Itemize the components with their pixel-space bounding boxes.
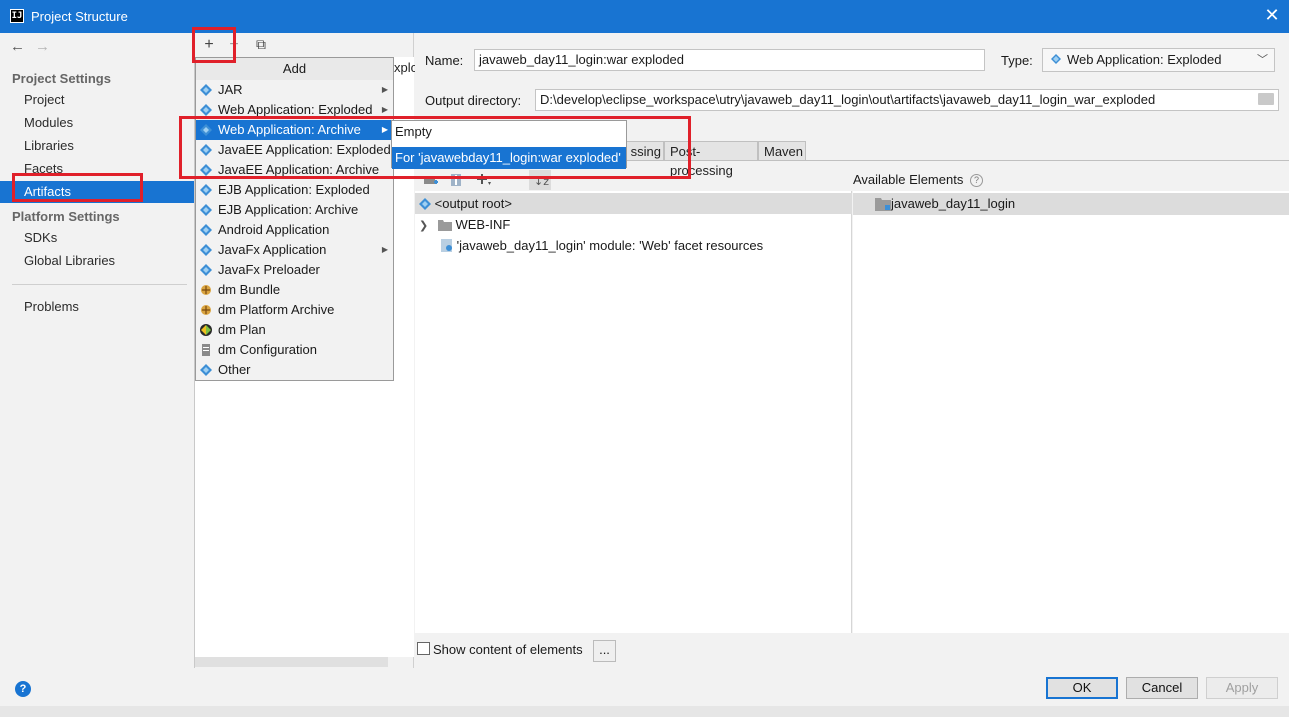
popup-item[interactable]: JavaFx Application ▶: [196, 240, 393, 260]
ok-button[interactable]: OK: [1046, 677, 1118, 699]
platform-settings-heading: Platform Settings: [12, 209, 120, 224]
show-content-label: Show content of elements: [433, 642, 583, 657]
artifact-type-icon: [200, 84, 212, 96]
popup-item[interactable]: Other: [196, 360, 393, 380]
artifact-type-icon: [200, 224, 212, 236]
web-app-icon: [1051, 54, 1061, 64]
popup-item-label: dm Configuration: [218, 342, 317, 357]
popup-item[interactable]: dm Plan: [196, 320, 393, 340]
popup-item[interactable]: Android Application: [196, 220, 393, 240]
highlight-artifacts: [12, 173, 143, 202]
highlight-web-archive: [179, 116, 691, 179]
folder-icon: [437, 220, 452, 231]
bottom-strip: [0, 706, 1289, 717]
tree-row-facet-resources[interactable]: 'javaweb_day11_login' module: 'Web' face…: [415, 235, 763, 256]
back-arrow-icon[interactable]: ←: [10, 38, 25, 55]
output-directory-label: Output directory:: [425, 93, 522, 108]
chevron-right-icon[interactable]: ❯: [419, 220, 428, 232]
sidebar-divider: [12, 284, 187, 285]
popup-item-label: Android Application: [218, 222, 330, 237]
output-layout-tree[interactable]: <output root> ❯ WEB-INF 'javaweb_day11_l…: [415, 191, 852, 633]
sidebar-item-libraries[interactable]: Libraries: [0, 135, 194, 157]
artifact-type-value: Web Application: Exploded: [1067, 52, 1222, 67]
artifact-type-icon: [200, 104, 212, 116]
popup-item[interactable]: JavaFx Preloader: [196, 260, 393, 280]
submenu-arrow-icon: ▶: [381, 85, 388, 94]
popup-item-label: dm Platform Archive: [218, 302, 335, 317]
plan-icon: [200, 324, 212, 336]
help-button-icon[interactable]: ?: [15, 681, 31, 697]
popup-item-label: JavaFx Application: [218, 242, 327, 257]
sidebar-item-global-libraries[interactable]: Global Libraries: [0, 250, 194, 272]
window-title: Project Structure: [31, 9, 128, 24]
bundle-icon: [201, 285, 211, 295]
sidebar-item-problems[interactable]: Problems: [0, 296, 194, 318]
output-directory-input[interactable]: D:\develop\eclipse_workspace\utry\javawe…: [535, 89, 1279, 111]
horizontal-scrollbar[interactable]: [195, 657, 388, 667]
highlight-add-button: [192, 27, 236, 63]
submenu-arrow-icon: ▶: [381, 245, 388, 254]
tab-maven[interactable]: Maven: [758, 141, 806, 161]
artifact-type-icon: [200, 264, 212, 276]
popup-item-label: EJB Application: Exploded: [218, 182, 370, 197]
type-label: Type:: [1001, 53, 1033, 68]
popup-item[interactable]: EJB Application: Exploded: [196, 180, 393, 200]
cancel-button[interactable]: Cancel: [1126, 677, 1198, 699]
popup-item-label: EJB Application: Archive: [218, 202, 359, 217]
popup-item-label: Web Application: Exploded: [218, 102, 373, 117]
popup-item-label: Other: [218, 362, 251, 377]
popup-item[interactable]: dm Platform Archive: [196, 300, 393, 320]
project-structure-window: IJ Project Structure ✕ ← → Project Settin…: [0, 0, 1289, 717]
available-item-label: javaweb_day11_login: [891, 196, 1016, 211]
tree-label-output-root: <output root>: [434, 196, 512, 211]
popup-item[interactable]: dm Bundle: [196, 280, 393, 300]
bundle-icon: [201, 305, 211, 315]
sidebar-item-sdks[interactable]: SDKs: [0, 227, 194, 249]
show-content-checkbox[interactable]: [417, 642, 430, 655]
artifact-type-select[interactable]: Web Application: Exploded ﹀: [1042, 48, 1275, 72]
folder-icon[interactable]: [1258, 93, 1274, 105]
tree-row-output-root[interactable]: <output root>: [415, 193, 852, 214]
tree-label-web-inf: WEB-INF: [455, 217, 511, 232]
available-elements-header: Available Elements ?: [853, 170, 1289, 190]
show-content-options-button[interactable]: ...: [593, 640, 616, 662]
apply-button[interactable]: Apply: [1206, 677, 1278, 699]
name-label: Name:: [425, 53, 464, 68]
popup-item[interactable]: dm Configuration: [196, 340, 393, 360]
popup-item[interactable]: JAR ▶: [196, 80, 393, 100]
close-icon[interactable]: ✕: [1263, 6, 1281, 24]
web-resource-icon: [441, 239, 452, 252]
available-elements-label: Available Elements: [853, 172, 964, 187]
popup-item-label: JAR: [218, 82, 243, 97]
tree-label-facet-resources: 'javaweb_day11_login' module: 'Web' face…: [456, 238, 764, 253]
available-item-module[interactable]: javaweb_day11_login: [853, 193, 1289, 215]
settings-sidebar: ← → Project Settings Project Modules Libr…: [0, 33, 195, 668]
popup-item[interactable]: EJB Application: Archive: [196, 200, 393, 220]
artifact-type-icon: [200, 204, 212, 216]
available-elements-tree[interactable]: javaweb_day11_login: [853, 191, 1289, 633]
chevron-down-icon: ﹀: [1257, 54, 1268, 66]
module-folder-icon: [875, 198, 891, 211]
tree-row-web-inf[interactable]: ❯ WEB-INF: [415, 214, 510, 235]
add-artifact-popup: Add JAR ▶ Web Application: Exploded ▶ Web Ap…: [195, 57, 394, 381]
popup-item-label: dm Plan: [218, 322, 266, 337]
artifact-name-input[interactable]: javaweb_day11_login:war exploded: [474, 49, 985, 71]
output-root-icon: [419, 198, 431, 210]
popup-item-label: JavaFx Preloader: [218, 262, 320, 277]
project-settings-heading: Project Settings: [12, 71, 111, 86]
artifact-type-icon: [200, 364, 212, 376]
artifact-type-icon: [200, 184, 212, 196]
copy-icon[interactable]: ⧉: [252, 36, 270, 53]
config-file-icon: [202, 344, 210, 356]
sidebar-item-project[interactable]: Project: [0, 89, 194, 111]
forward-arrow-icon[interactable]: →: [35, 38, 50, 55]
output-directory-value: D:\develop\eclipse_workspace\utry\javawe…: [540, 92, 1156, 107]
sidebar-item-modules[interactable]: Modules: [0, 112, 194, 134]
popup-item-label: dm Bundle: [218, 282, 281, 297]
intellij-app-icon: IJ: [10, 9, 24, 23]
history-nav: ← →: [10, 38, 60, 55]
help-icon[interactable]: ?: [969, 174, 983, 187]
artifact-type-icon: [200, 244, 212, 256]
